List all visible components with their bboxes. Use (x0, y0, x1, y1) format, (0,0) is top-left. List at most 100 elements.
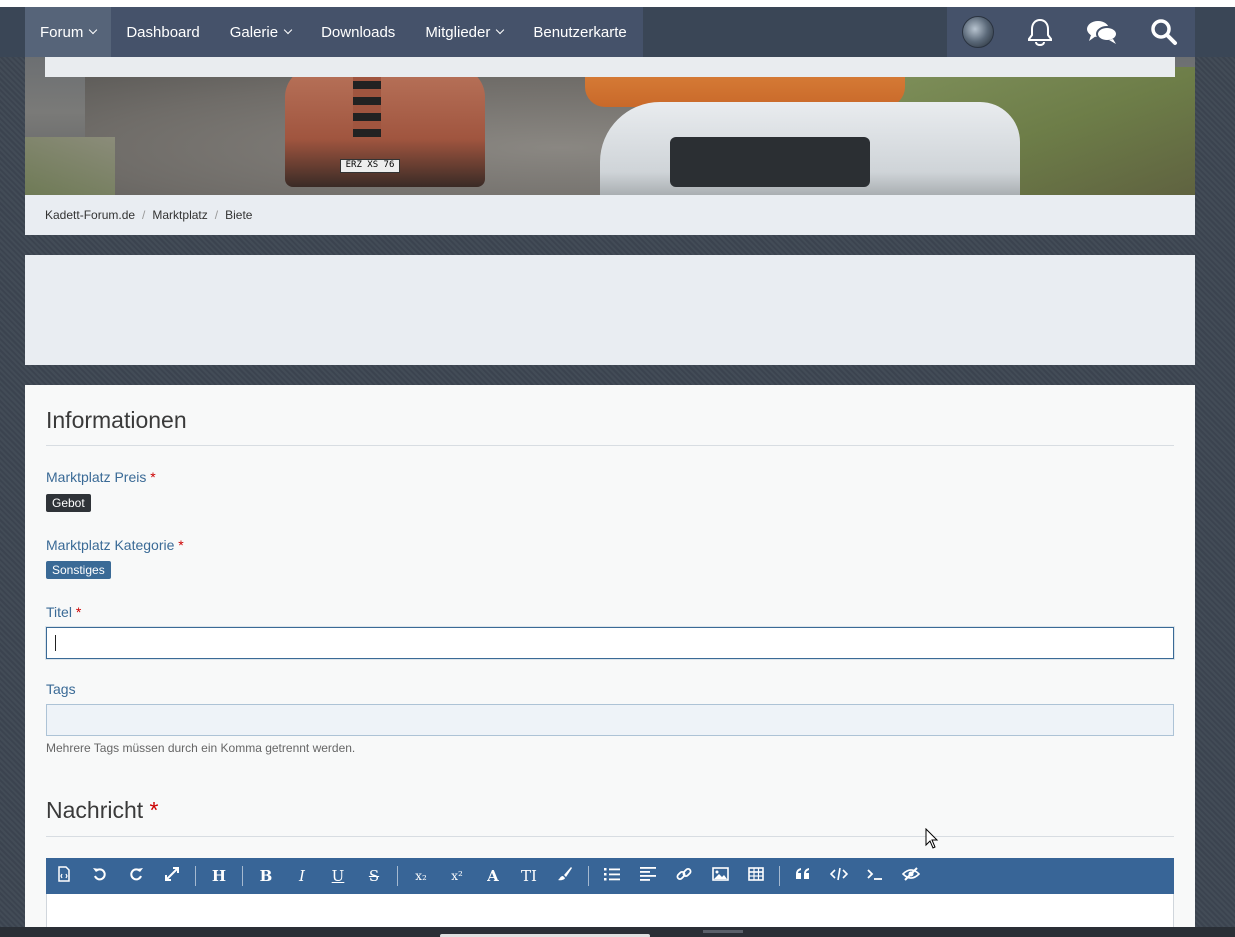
color-brush-icon (557, 866, 573, 886)
banner-overlay-strip (45, 57, 1175, 77)
avatar (962, 16, 994, 48)
italic-button[interactable]: I (284, 858, 320, 894)
tags-input[interactable] (46, 704, 1174, 736)
title-input[interactable] (46, 627, 1174, 659)
align-icon (640, 867, 656, 885)
nav-item-dashboard[interactable]: Dashboard (111, 7, 214, 57)
font-size-icon: TI (521, 867, 537, 885)
header-banner-image: ERZ XS 76 (25, 57, 1195, 195)
nav-item-label: Dashboard (126, 23, 200, 41)
code-button[interactable] (821, 858, 857, 894)
breadcrumb-separator: / (142, 208, 146, 222)
section-title-informationen: Informationen (46, 407, 187, 433)
section-divider (46, 445, 1174, 446)
breadcrumb: Kadett-Forum.de / Marktplatz / Biete (25, 195, 1195, 235)
bell-icon (1028, 18, 1052, 47)
user-panel (947, 7, 1195, 57)
chat-bubbles-icon (1087, 21, 1118, 44)
table-icon (748, 867, 764, 885)
nav-item-label: Forum (40, 23, 84, 41)
source-button[interactable] (46, 858, 82, 894)
main-navbar: Forum Dashboard Galerie Downloads Mitglieder… (0, 7, 1235, 57)
breadcrumb-separator: / (214, 208, 219, 222)
toolbar-separator (397, 866, 398, 886)
conversations-button[interactable] (1071, 7, 1133, 57)
strikethrough-button[interactable]: S (356, 858, 392, 894)
required-marker: * (150, 469, 156, 485)
font-button[interactable]: A (475, 858, 511, 894)
bold-button[interactable]: B (248, 858, 284, 894)
search-button[interactable] (1133, 7, 1195, 57)
required-marker: * (75, 604, 82, 620)
toolbar-separator (588, 866, 589, 886)
subscript-icon: x₂ (415, 869, 427, 883)
message-title: Nachricht * (46, 797, 159, 823)
required-marker: * (178, 537, 184, 553)
chevron-down-icon (496, 25, 505, 35)
image-icon (711, 867, 729, 885)
color-brush-button[interactable] (547, 858, 583, 894)
code-icon (829, 867, 849, 885)
inline-code-icon (867, 867, 883, 885)
link-icon (676, 866, 692, 886)
title-label: Titel * (46, 604, 82, 620)
license-plate: ERZ XS 76 (340, 159, 400, 173)
source-icon (57, 866, 71, 886)
notifications-button[interactable] (1009, 7, 1071, 57)
top-strip (0, 0, 1235, 7)
text-cursor (55, 635, 56, 651)
list-button[interactable] (594, 858, 630, 894)
required-marker: * (149, 797, 159, 823)
fullscreen-button[interactable] (154, 858, 190, 894)
table-button[interactable] (738, 858, 774, 894)
breadcrumb-item[interactable]: Biete (225, 208, 252, 222)
category-badge: Sonstiges (46, 561, 111, 579)
nav-item-mitglieder[interactable]: Mitglieder (410, 7, 518, 57)
heading-button[interactable]: H (201, 858, 237, 894)
mouse-cursor-icon (925, 828, 939, 849)
taskbar (0, 927, 1235, 937)
link-button[interactable] (666, 858, 702, 894)
align-button[interactable] (630, 858, 666, 894)
nav-item-label: Mitglieder (425, 23, 491, 41)
image-button[interactable] (702, 858, 738, 894)
superscript-button[interactable]: x² (439, 858, 475, 894)
price-badge: Gebot (46, 494, 91, 512)
nav-item-label: Benutzerkarte (533, 23, 627, 41)
price-label: Marktplatz Preis * (46, 469, 156, 485)
nav-item-label: Galerie (229, 23, 279, 41)
undo-icon (92, 866, 108, 886)
quote-icon (795, 867, 811, 885)
spoiler-button[interactable] (893, 858, 929, 894)
chevron-down-icon (89, 25, 98, 35)
subscript-button[interactable]: x₂ (403, 858, 439, 894)
nav-item-label: Downloads (321, 23, 396, 41)
heading-icon: H (211, 867, 227, 885)
redo-icon (128, 866, 144, 886)
breadcrumb-item[interactable]: Kadett-Forum.de (45, 208, 135, 222)
underline-button[interactable]: U (320, 858, 356, 894)
font-size-button[interactable]: TI (511, 858, 547, 894)
quote-button[interactable] (785, 858, 821, 894)
redo-button[interactable] (118, 858, 154, 894)
bold-icon: B (259, 867, 273, 885)
nav-item-benutzerkarte[interactable]: Benutzerkarte (518, 7, 641, 57)
chevron-down-icon (283, 25, 293, 35)
superscript-icon: x² (451, 869, 463, 883)
banner-car-white (600, 102, 1020, 195)
category-label: Marktplatz Kategorie * (46, 537, 184, 553)
strikethrough-icon: S (368, 867, 380, 885)
nav-item-downloads[interactable]: Downloads (306, 7, 410, 57)
list-icon (604, 867, 620, 885)
spoiler-icon (901, 867, 921, 885)
nav-item-forum[interactable]: Forum (25, 7, 112, 57)
fullscreen-icon (164, 866, 180, 886)
main-menu: Forum Dashboard Galerie Downloads Mitglieder… (25, 7, 643, 57)
editor-toolbar: H B I U Sx₂ x² A TI (46, 858, 1174, 894)
user-avatar-button[interactable] (947, 7, 1009, 57)
undo-button[interactable] (82, 858, 118, 894)
inline-code-button[interactable] (857, 858, 893, 894)
tags-label: Tags (46, 681, 76, 697)
nav-item-galerie[interactable]: Galerie (215, 7, 306, 57)
breadcrumb-item[interactable]: Marktplatz (152, 208, 207, 222)
